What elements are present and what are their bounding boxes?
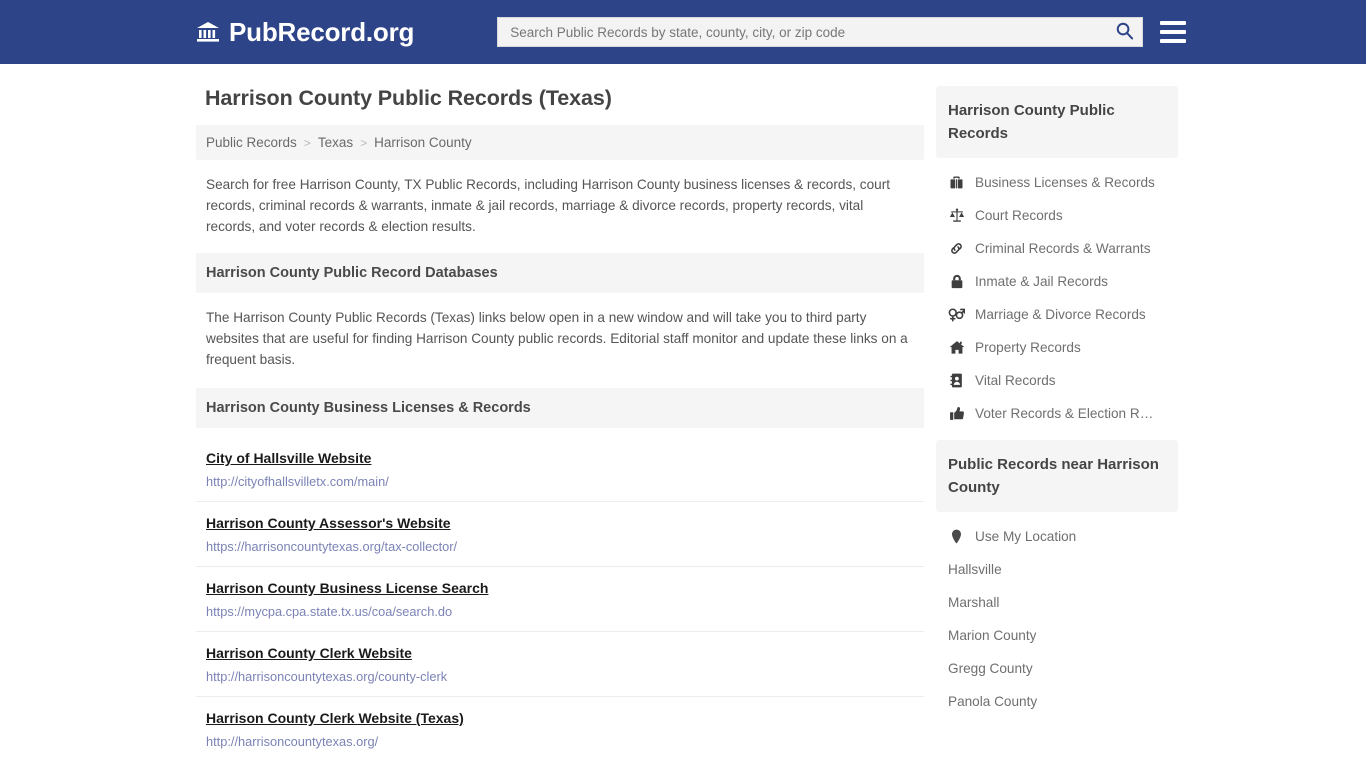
page-body: Harrison County Public Records (Texas) P… (0, 64, 1366, 768)
sidebar-item-marion-county[interactable]: Marion County (936, 619, 1178, 652)
sidebar-item-label: Gregg County (948, 661, 1033, 676)
sidebar-records-list: Business Licenses & Records Court Record… (936, 158, 1178, 436)
sidebar-item-vital-records[interactable]: Vital Records (936, 364, 1178, 397)
link-url[interactable]: https://mycpa.cpa.state.tx.us/coa/search… (206, 604, 914, 619)
search-box[interactable] (497, 17, 1144, 47)
sidebar-item-criminal-records[interactable]: Criminal Records & Warrants (936, 232, 1178, 265)
sidebar-item-court-records[interactable]: Court Records (936, 199, 1178, 232)
link-title[interactable]: Harrison County Business License Search (206, 580, 488, 596)
databases-section-heading: Harrison County Public Record Databases (196, 253, 924, 293)
breadcrumb-item-public-records[interactable]: Public Records (206, 135, 297, 150)
scales-balance-icon (948, 208, 965, 223)
link-url[interactable]: http://cityofhallsvilletx.com/main/ (206, 474, 914, 489)
list-item[interactable]: Harrison County Clerk Website (Texas) ht… (196, 696, 924, 761)
address-card-icon (948, 373, 965, 388)
list-item[interactable]: Harrison County Assessor's Website https… (196, 501, 924, 566)
sidebar-item-voter-records[interactable]: Voter Records & Election R… (936, 397, 1178, 430)
link-title[interactable]: Harrison County Clerk Website (206, 645, 412, 661)
sidebar-item-label: Vital Records (975, 373, 1056, 388)
sidebar-item-hallsville[interactable]: Hallsville (936, 553, 1178, 586)
venus-mars-icon (948, 307, 965, 322)
sidebar-item-label: Marriage & Divorce Records (975, 307, 1146, 322)
site-logo-text: PubRecord.org (229, 16, 415, 47)
sidebar-item-label: Hallsville (948, 562, 1002, 577)
sidebar-item-marshall[interactable]: Marshall (936, 586, 1178, 619)
sidebar-item-property-records[interactable]: Property Records (936, 331, 1178, 364)
lock-icon (948, 274, 965, 289)
sidebar-nearby-heading: Public Records near Harrison County (936, 440, 1178, 512)
search-button[interactable] (1111, 21, 1136, 43)
sidebar-records-heading: Harrison County Public Records (936, 86, 1178, 158)
sidebar: Harrison County Public Records Business … (936, 86, 1178, 768)
search-input[interactable] (508, 19, 1112, 45)
sidebar-item-label: Voter Records & Election R… (975, 406, 1154, 421)
sidebar-item-label: Panola County (948, 694, 1038, 709)
sidebar-nearby-card: Public Records near Harrison County Use … (936, 440, 1178, 724)
sidebar-nearby-list: Use My Location Hallsville Marshall Mari… (936, 512, 1178, 724)
header-search-area (497, 17, 1187, 47)
see-all-row: See all Harrison County Business License… (196, 761, 924, 768)
chain-link-icon (948, 241, 965, 256)
list-item[interactable]: Harrison County Clerk Website http://har… (196, 631, 924, 696)
link-url[interactable]: https://harrisoncountytexas.org/tax-coll… (206, 539, 914, 554)
link-title[interactable]: Harrison County Assessor's Website (206, 515, 451, 531)
sidebar-item-label: Business Licenses & Records (975, 175, 1155, 190)
sidebar-item-marriage-divorce-records[interactable]: Marriage & Divorce Records (936, 298, 1178, 331)
hamburger-menu-icon[interactable] (1160, 21, 1187, 43)
bank-icon (196, 21, 220, 43)
map-pin-icon (948, 529, 965, 544)
sidebar-item-panola-county[interactable]: Panola County (936, 685, 1178, 718)
page-title: Harrison County Public Records (Texas) (205, 86, 612, 110)
breadcrumb: Public Records > Texas > Harrison County (196, 125, 924, 160)
databases-section-body: The Harrison County Public Records (Texa… (206, 310, 908, 367)
link-url[interactable]: http://harrisoncountytexas.org/ (206, 734, 914, 749)
main-column: Harrison County Public Records (Texas) P… (196, 86, 924, 768)
search-icon (1115, 21, 1134, 43)
sidebar-item-label: Marshall (948, 595, 1000, 610)
sidebar-item-use-my-location[interactable]: Use My Location (936, 520, 1178, 553)
sidebar-item-label: Use My Location (975, 529, 1077, 544)
sidebar-item-label: Property Records (975, 340, 1081, 355)
license-link-list: City of Hallsville Website http://cityof… (196, 438, 924, 761)
list-item[interactable]: Harrison County Business License Search … (196, 566, 924, 631)
link-title[interactable]: Harrison County Clerk Website (Texas) (206, 710, 464, 726)
site-header: PubRecord.org (0, 0, 1366, 64)
breadcrumb-separator-icon: > (360, 135, 368, 150)
briefcase-icon (948, 175, 965, 190)
licenses-section-heading: Harrison County Business Licenses & Reco… (196, 388, 924, 428)
link-title[interactable]: City of Hallsville Website (206, 450, 371, 466)
thumbs-up-icon (948, 406, 965, 421)
breadcrumb-item-harrison-county[interactable]: Harrison County (374, 135, 472, 150)
sidebar-records-card: Harrison County Public Records Business … (936, 86, 1178, 436)
sidebar-item-gregg-county[interactable]: Gregg County (936, 652, 1178, 685)
sidebar-item-label: Inmate & Jail Records (975, 274, 1108, 289)
intro-paragraph: Search for free Harrison County, TX Publ… (206, 177, 891, 234)
breadcrumb-separator-icon: > (303, 135, 311, 150)
link-url[interactable]: http://harrisoncountytexas.org/county-cl… (206, 669, 914, 684)
list-item[interactable]: City of Hallsville Website http://cityof… (196, 438, 924, 501)
site-logo-link[interactable]: PubRecord.org (196, 17, 414, 48)
sidebar-item-business-licenses[interactable]: Business Licenses & Records (936, 166, 1178, 199)
sidebar-item-label: Court Records (975, 208, 1063, 223)
sidebar-item-inmate-jail-records[interactable]: Inmate & Jail Records (936, 265, 1178, 298)
sidebar-item-label: Marion County (948, 628, 1037, 643)
sidebar-item-label: Criminal Records & Warrants (975, 241, 1151, 256)
house-icon (948, 340, 965, 355)
breadcrumb-item-texas[interactable]: Texas (318, 135, 353, 150)
